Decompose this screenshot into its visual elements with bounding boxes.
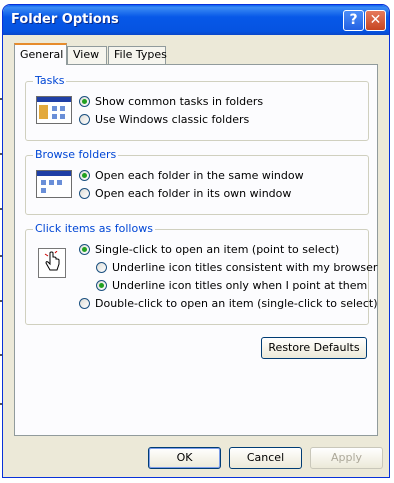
tab-view[interactable]: View	[67, 46, 107, 64]
radio-label: Open each folder in its own window	[95, 187, 292, 200]
radio-label: Underline icon titles only when I point …	[112, 279, 368, 292]
radio-label: Show common tasks in folders	[95, 95, 264, 108]
close-icon: ✕	[369, 12, 382, 28]
tasks-group: Tasks Show common tasks in folders Use W…	[25, 74, 369, 141]
browse-folders-group: Browse folders Open each folder in the s…	[25, 148, 369, 215]
dialog-body: General View File Types Tasks Show commo…	[6, 35, 386, 475]
close-button[interactable]: ✕	[365, 10, 386, 31]
window-title: Folder Options	[11, 12, 119, 27]
tasks-illustration-icon	[36, 96, 72, 124]
tasks-group-label: Tasks	[33, 74, 67, 87]
radio-button-icon[interactable]	[79, 298, 90, 309]
click-items-group: Click items as follows Single-click to o…	[25, 222, 377, 325]
browse-illustration-icon	[36, 170, 72, 198]
restore-defaults-button[interactable]: Restore Defaults	[261, 337, 367, 359]
radio-button-icon[interactable]	[96, 280, 107, 291]
general-tab-panel: Tasks Show common tasks in folders Use W…	[14, 64, 378, 436]
tab-file-types[interactable]: File Types	[108, 46, 167, 64]
radio-button-icon[interactable]	[79, 188, 90, 199]
folder-options-dialog: Folder Options ? ✕ General View File Typ…	[2, 4, 390, 478]
radio-label: Open each folder in the same window	[95, 169, 304, 182]
pointing-hand-icon	[38, 248, 66, 278]
ok-button[interactable]: OK	[148, 447, 221, 469]
radio-label: Use Windows classic folders	[95, 113, 250, 126]
radio-button-icon[interactable]	[96, 262, 107, 273]
radio-button-icon[interactable]	[79, 170, 90, 181]
tab-general[interactable]: General	[14, 43, 67, 65]
apply-button[interactable]: Apply	[310, 447, 383, 469]
cancel-button[interactable]: Cancel	[229, 447, 302, 469]
title-bar[interactable]: Folder Options ? ✕	[3, 5, 389, 35]
radio-label: Double-click to open an item (single-cli…	[95, 297, 378, 310]
radio-label: Underline icon titles consistent with my…	[112, 261, 378, 274]
click-items-group-label: Click items as follows	[33, 222, 155, 235]
help-button[interactable]: ?	[343, 10, 364, 31]
browse-folders-group-label: Browse folders	[33, 148, 119, 161]
radio-label: Single-click to open an item (point to s…	[95, 243, 340, 256]
help-icon: ?	[349, 12, 358, 28]
radio-button-icon[interactable]	[79, 114, 90, 125]
radio-button-icon[interactable]	[79, 96, 90, 107]
radio-button-icon[interactable]	[79, 244, 90, 255]
